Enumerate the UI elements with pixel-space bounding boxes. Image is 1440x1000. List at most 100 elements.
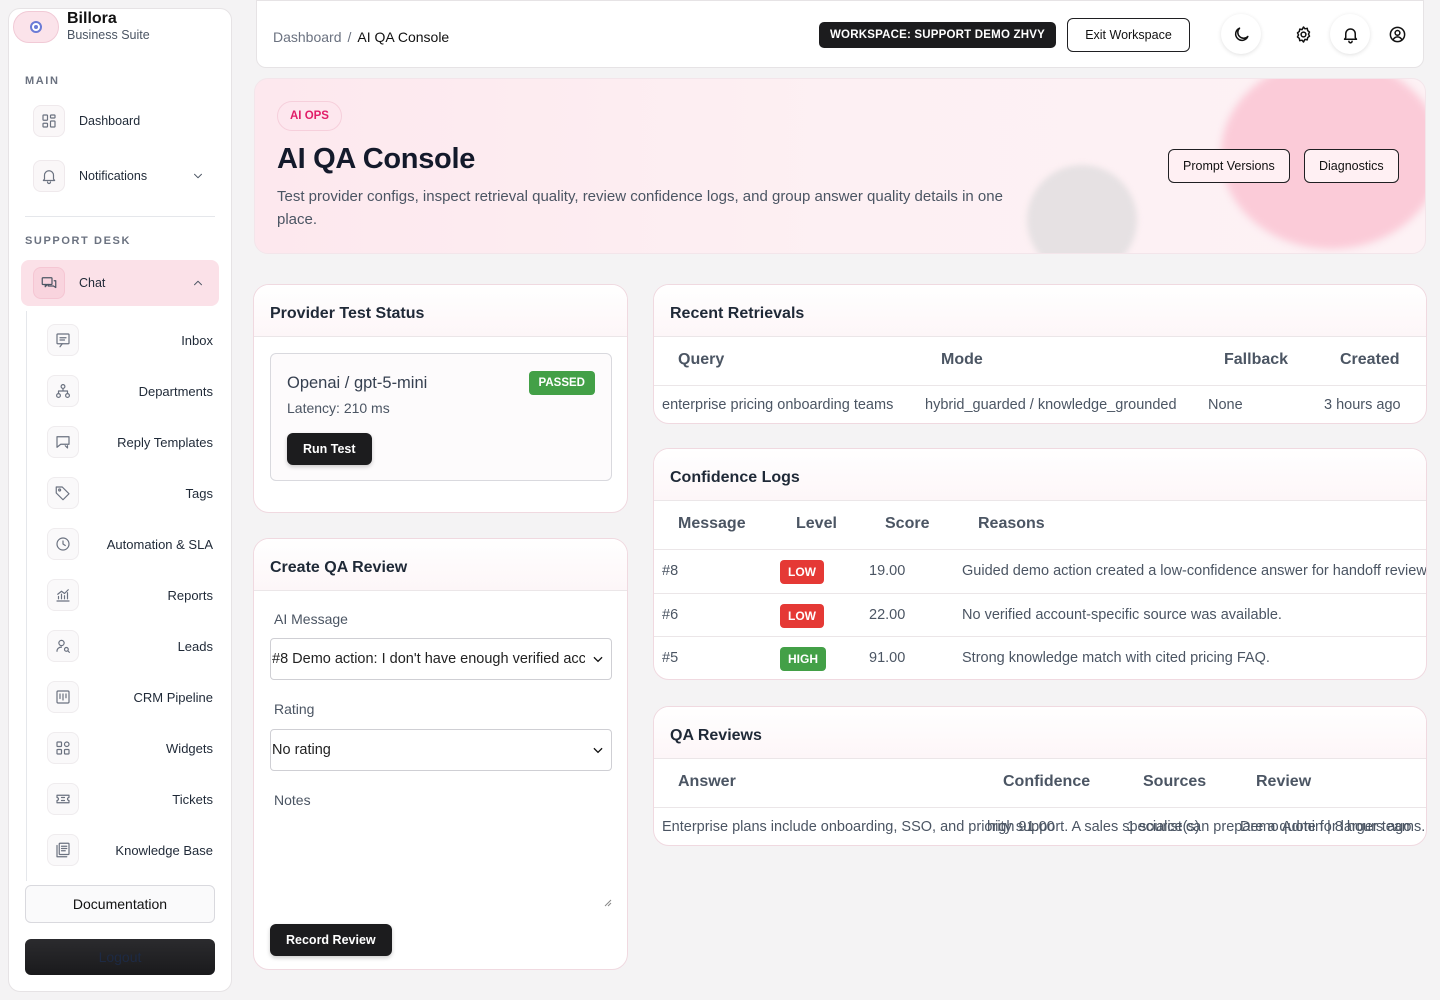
bell-icon (1343, 27, 1357, 43)
sidebar-item-label: Automation & SLA (106, 536, 213, 552)
sidebar-item-reply-templates[interactable]: Reply Templates (37, 419, 215, 465)
brand[interactable]: Billora Business Suite (13, 11, 150, 43)
message-cell: #6 (662, 607, 679, 623)
sitemap-icon (47, 375, 79, 407)
profile-button[interactable] (1377, 14, 1417, 54)
settings-button[interactable] (1283, 14, 1323, 54)
created-cell: 3 hours ago (1324, 397, 1401, 413)
column-header: Review (1256, 773, 1312, 790)
sidebar-item-tags[interactable]: Tags (37, 470, 215, 516)
brand-subtitle: Business Suite (67, 28, 150, 42)
decorative-blob (1027, 165, 1137, 253)
resize-grip-icon[interactable] (602, 897, 612, 907)
sidebar-item-departments[interactable]: Departments (37, 368, 215, 414)
card-title: Confidence Logs (654, 449, 1426, 501)
create-qa-review-card: Create QA Review AI Message #8 Demo acti… (253, 538, 628, 970)
qa-reviews-card: QA Reviews Answer Confidence Sources Rev… (653, 706, 1427, 846)
ticket-icon (47, 783, 79, 815)
sidebar-item-label: CRM Pipeline (133, 689, 213, 705)
provider-model: Openai / gpt-5-mini (287, 374, 428, 392)
exit-workspace-button[interactable]: Exit Workspace (1067, 18, 1190, 52)
column-header: Answer (678, 773, 736, 790)
latency-text: Latency: 210 ms (287, 400, 390, 416)
confidence-cell: high 91.00 (987, 819, 1055, 835)
sidebar-item-label: Knowledge Base (115, 842, 213, 858)
page-hero: AI OPS AI QA Console Test provider confi… (254, 78, 1426, 254)
score-cell: 91.00 (869, 650, 906, 666)
column-header: Score (885, 515, 930, 532)
breadcrumb-current: AI QA Console (357, 29, 450, 45)
sidebar: Billora Business Suite MAIN Dashboard No… (8, 8, 232, 992)
section-pill: AI OPS (277, 101, 342, 131)
message-cell: #8 (662, 563, 679, 579)
rating-label: Rating (274, 701, 315, 717)
card-title: Provider Test Status (254, 285, 627, 337)
bell-icon (33, 160, 65, 192)
status-badge: PASSED (528, 371, 595, 395)
message-cell: #5 (662, 650, 679, 666)
query-cell: enterprise pricing onboarding teams (662, 397, 894, 413)
table-row: enterprise pricing onboarding teams hybr… (654, 386, 1426, 423)
user-circle-icon (1389, 26, 1405, 42)
rating-select[interactable]: No rating (270, 729, 612, 771)
sidebar-item-widgets[interactable]: Widgets (37, 725, 215, 771)
notes-textarea[interactable] (270, 823, 612, 909)
record-review-button[interactable]: Record Review (270, 924, 392, 956)
mode-cell: hybrid_guarded / knowledge_grounded (925, 397, 1177, 413)
table-row: #8 LOW 19.00 Guided demo action created … (654, 550, 1426, 594)
user-search-icon (47, 630, 79, 662)
ai-message-label: AI Message (274, 611, 348, 627)
documentation-button[interactable]: Documentation (25, 885, 215, 923)
sidebar-item-leads[interactable]: Leads (37, 623, 215, 669)
table-header: Message Level Score Reasons (654, 500, 1426, 550)
column-header: Sources (1143, 773, 1207, 790)
sidebar-item-label: Leads (177, 638, 213, 654)
reasons-cell: Strong knowledge match with cited pricin… (962, 650, 1270, 666)
book-icon (47, 834, 79, 866)
sidebar-item-label: Departments (138, 383, 213, 399)
column-header: Reasons (978, 515, 1045, 532)
sidebar-item-dashboard[interactable]: Dashboard (21, 98, 219, 144)
sidebar-item-knowledge-base[interactable]: Knowledge Base (37, 827, 215, 873)
sidebar-item-label: Widgets (166, 740, 213, 756)
sidebar-item-crm-pipeline[interactable]: CRM Pipeline (37, 674, 215, 720)
section-label-main: MAIN (25, 75, 60, 87)
chevron-down-icon (585, 743, 611, 757)
tag-icon (47, 477, 79, 509)
score-cell: 22.00 (869, 607, 906, 623)
moon-icon (1234, 26, 1249, 41)
sidebar-item-label: Tags (185, 485, 213, 501)
sidebar-item-label: Reports (167, 587, 213, 603)
chevron-down-icon (585, 652, 611, 666)
sidebar-item-reports[interactable]: Reports (37, 572, 215, 618)
run-test-button[interactable]: Run Test (287, 433, 372, 465)
diagnostics-button[interactable]: Diagnostics (1304, 149, 1399, 183)
notes-label: Notes (274, 792, 311, 808)
sidebar-item-tickets[interactable]: Tickets (37, 776, 215, 822)
theme-toggle-button[interactable] (1221, 14, 1261, 54)
logout-button[interactable]: Logout (25, 939, 215, 975)
breadcrumb-dashboard-link[interactable]: Dashboard (273, 29, 342, 45)
column-header: Message (678, 515, 746, 532)
sidebar-item-chat[interactable]: Chat (21, 260, 219, 306)
ai-message-select[interactable]: #8 Demo action: I don't have enough veri… (270, 638, 612, 680)
column-header: Fallback (1224, 351, 1289, 368)
breadcrumb-separator: / (347, 29, 352, 45)
notifications-button[interactable] (1330, 14, 1370, 54)
review-cell: Demo Admin | 8 hours ago (1240, 819, 1412, 835)
sidebar-item-notifications[interactable]: Notifications (21, 153, 219, 199)
pipeline-icon (47, 681, 79, 713)
card-title: Create QA Review (254, 539, 627, 591)
gear-icon (1296, 25, 1310, 43)
workspace-badge: WORKSPACE: SUPPORT DEMO ZHVY (819, 22, 1056, 48)
table-header: Query Mode Fallback Created (654, 336, 1426, 386)
sidebar-item-automation-sla[interactable]: Automation & SLA (37, 521, 215, 567)
prompt-versions-button[interactable]: Prompt Versions (1168, 149, 1290, 183)
topbar: Dashboard / AI QA Console WORKSPACE: SUPPO… (256, 0, 1424, 68)
message-square-icon (47, 324, 79, 356)
sidebar-item-label: Reply Templates (117, 434, 213, 450)
fallback-cell: None (1208, 397, 1243, 413)
sidebar-item-inbox[interactable]: Inbox (37, 317, 215, 363)
card-title: QA Reviews (654, 707, 1426, 759)
chat-icon (33, 267, 65, 299)
